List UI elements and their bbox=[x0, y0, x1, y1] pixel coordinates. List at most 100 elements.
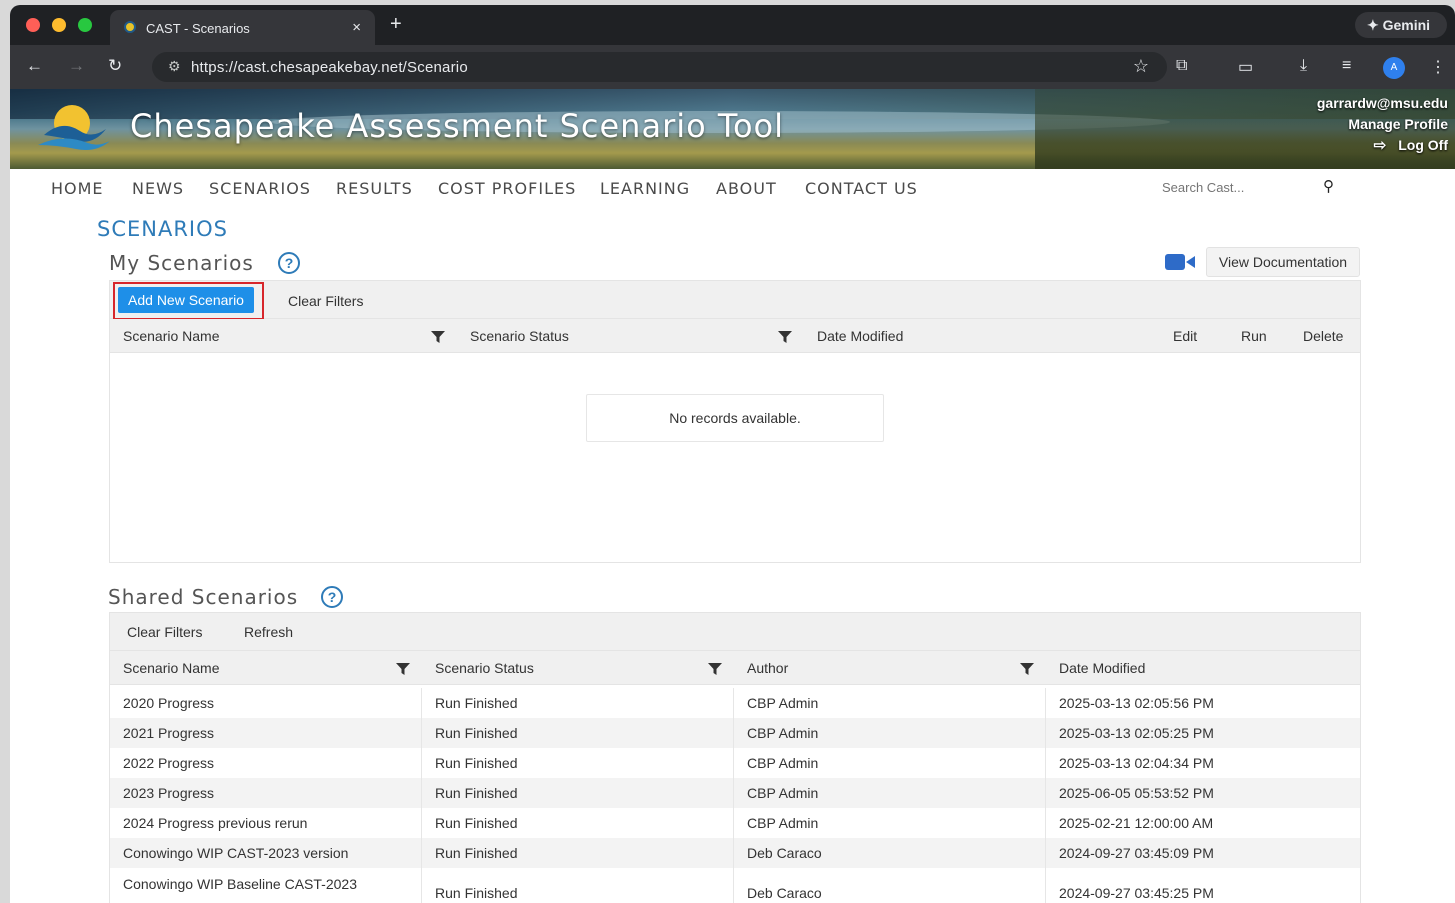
table-row[interactable]: 2020 Progress Run Finished CBP Admin 202… bbox=[110, 688, 1360, 718]
address-bar: ← → ↻ ⚙ https://cast.chesapeakebay.net/S… bbox=[10, 45, 1455, 89]
cast-icon[interactable]: ▭ bbox=[1238, 57, 1253, 77]
minimize-window-button[interactable] bbox=[52, 18, 66, 32]
menu-icon[interactable]: ⋮ bbox=[1430, 57, 1446, 77]
col-scenario-status[interactable]: Scenario Status bbox=[470, 328, 569, 344]
my-scenarios-grid: Add New Scenario Clear Filters Scenario … bbox=[109, 280, 1361, 563]
new-tab-button[interactable]: + bbox=[390, 13, 402, 36]
my-scenarios-help-icon[interactable]: ? bbox=[278, 252, 300, 274]
shared-scenarios-toolbar: Clear Filters Refresh bbox=[110, 613, 1360, 651]
tab-title: CAST - Scenarios bbox=[146, 21, 250, 36]
col-scenario-status[interactable]: Scenario Status bbox=[435, 660, 534, 676]
col-date-modified[interactable]: Date Modified bbox=[817, 328, 903, 344]
table-row[interactable]: 2022 Progress Run Finished CBP Admin 202… bbox=[110, 748, 1360, 778]
filter-icon[interactable] bbox=[708, 662, 722, 676]
nav-cost-profiles[interactable]: COST PROFILES bbox=[438, 179, 576, 198]
col-date-modified[interactable]: Date Modified bbox=[1059, 660, 1145, 676]
col-edit: Edit bbox=[1173, 328, 1198, 344]
cell-date: 2025-03-13 02:05:56 PM bbox=[1059, 695, 1214, 711]
filter-icon[interactable] bbox=[431, 330, 445, 344]
close-window-button[interactable] bbox=[26, 18, 40, 32]
cell-scenario-name: 2022 Progress bbox=[123, 755, 215, 771]
shared-clear-filters-button[interactable]: Clear Filters bbox=[127, 624, 202, 640]
media-icon[interactable]: ≡ bbox=[1342, 57, 1351, 75]
site-banner: Chesapeake Assessment Scenario Tool garr… bbox=[10, 89, 1455, 169]
nav-about[interactable]: ABOUT bbox=[716, 179, 777, 198]
manage-profile-link[interactable]: Manage Profile bbox=[1348, 116, 1448, 132]
site-settings-icon[interactable]: ⚙ bbox=[168, 58, 181, 75]
col-scenario-name[interactable]: Scenario Name bbox=[123, 660, 220, 676]
cast-logo-icon[interactable] bbox=[32, 101, 112, 157]
add-new-scenario-button[interactable]: Add New Scenario bbox=[118, 287, 254, 313]
cell-author: CBP Admin bbox=[747, 815, 819, 831]
my-scenarios-toolbar: Add New Scenario Clear Filters bbox=[110, 281, 1360, 320]
log-off-link[interactable]: ⇨ Log Off bbox=[1374, 136, 1448, 154]
user-email: garrardw@msu.edu bbox=[1316, 95, 1448, 111]
table-row[interactable]: 2021 Progress Run Finished CBP Admin 202… bbox=[110, 718, 1360, 748]
cell-scenario-name: 2020 Progress bbox=[123, 695, 215, 711]
nav-contact-us[interactable]: CONTACT US bbox=[805, 179, 918, 198]
cell-author: CBP Admin bbox=[747, 785, 819, 801]
filter-icon[interactable] bbox=[1020, 662, 1034, 676]
cell-date: 2025-03-13 02:05:25 PM bbox=[1059, 725, 1214, 741]
back-icon[interactable]: ← bbox=[26, 56, 43, 76]
cell-author: CBP Admin bbox=[747, 755, 819, 771]
cell-author: Deb Caraco bbox=[747, 845, 822, 861]
site-search: ⚲ bbox=[1150, 174, 1340, 200]
download-icon[interactable]: ⤓ bbox=[1300, 57, 1307, 75]
search-input[interactable] bbox=[1150, 174, 1310, 200]
refresh-button[interactable]: Refresh bbox=[244, 624, 293, 640]
table-row[interactable]: Conowingo WIP Baseline CAST-2023 Run Fin… bbox=[110, 868, 1360, 903]
video-camera-icon[interactable] bbox=[1165, 253, 1195, 271]
view-documentation-button[interactable]: View Documentation bbox=[1206, 247, 1360, 277]
extensions-icon[interactable]: ⧉ bbox=[1176, 57, 1187, 75]
log-off-label: Log Off bbox=[1398, 137, 1448, 153]
shared-scenarios-help-icon[interactable]: ? bbox=[321, 586, 343, 608]
url-text[interactable]: https://cast.chesapeakebay.net/Scenario bbox=[191, 59, 468, 76]
nav-results[interactable]: RESULTS bbox=[336, 179, 413, 198]
gemini-button[interactable]: ✦ Gemini bbox=[1355, 12, 1447, 38]
table-row[interactable]: 2024 Progress previous rerun Run Finishe… bbox=[110, 808, 1360, 838]
filter-icon[interactable] bbox=[396, 662, 410, 676]
cell-status: Run Finished bbox=[435, 785, 518, 801]
col-scenario-name[interactable]: Scenario Name bbox=[123, 328, 220, 344]
site-title: Chesapeake Assessment Scenario Tool bbox=[130, 107, 785, 145]
col-delete: Delete bbox=[1303, 328, 1344, 344]
tab-close-icon[interactable]: × bbox=[352, 19, 361, 36]
cell-status: Run Finished bbox=[435, 725, 518, 741]
cell-status: Run Finished bbox=[435, 695, 518, 711]
cell-date: 2024-09-27 03:45:09 PM bbox=[1059, 845, 1214, 861]
cell-scenario-name: 2023 Progress bbox=[123, 785, 215, 801]
nav-home[interactable]: HOME bbox=[51, 179, 104, 198]
cell-author: CBP Admin bbox=[747, 725, 819, 741]
browser-tab[interactable]: CAST - Scenarios × bbox=[110, 10, 375, 45]
omnibox[interactable]: ⚙ https://cast.chesapeakebay.net/Scenari… bbox=[152, 52, 1167, 82]
site-nav: HOME NEWS SCENARIOS RESULTS COST PROFILE… bbox=[10, 169, 1455, 209]
my-scenarios-header: Scenario Name Scenario Status Date Modif… bbox=[110, 319, 1360, 353]
clear-filters-button[interactable]: Clear Filters bbox=[288, 293, 363, 309]
shared-scenarios-header: Scenario Name Scenario Status Author Dat… bbox=[110, 651, 1360, 685]
filter-icon[interactable] bbox=[778, 330, 792, 344]
nav-news[interactable]: NEWS bbox=[132, 179, 184, 198]
log-off-icon: ⇨ bbox=[1373, 137, 1387, 154]
nav-scenarios[interactable]: SCENARIOS bbox=[209, 179, 311, 198]
cell-scenario-name: Conowingo WIP CAST-2023 version bbox=[123, 845, 349, 861]
shared-scenarios-title: Shared Scenarios bbox=[108, 585, 299, 609]
no-records-message: No records available. bbox=[586, 394, 884, 442]
search-icon[interactable]: ⚲ bbox=[1323, 177, 1334, 195]
table-row[interactable]: 2023 Progress Run Finished CBP Admin 202… bbox=[110, 778, 1360, 808]
cell-status: Run Finished bbox=[435, 755, 518, 771]
maximize-window-button[interactable] bbox=[78, 18, 92, 32]
my-scenarios-title: My Scenarios bbox=[109, 251, 254, 275]
cell-date: 2025-02-21 12:00:00 AM bbox=[1059, 815, 1214, 831]
col-author[interactable]: Author bbox=[747, 660, 788, 676]
forward-icon[interactable]: → bbox=[68, 56, 85, 76]
cell-author: CBP Admin bbox=[747, 695, 819, 711]
nav-learning[interactable]: LEARNING bbox=[600, 179, 690, 198]
cell-status: Run Finished bbox=[435, 885, 518, 901]
bookmark-star-icon[interactable]: ☆ bbox=[1133, 56, 1149, 77]
shared-scenarios-grid: Clear Filters Refresh Scenario Name Scen… bbox=[109, 612, 1361, 903]
table-row[interactable]: Conowingo WIP CAST-2023 version Run Fini… bbox=[110, 838, 1360, 868]
cell-date: 2024-09-27 03:45:25 PM bbox=[1059, 885, 1214, 901]
profile-avatar[interactable]: A bbox=[1383, 57, 1405, 79]
reload-icon[interactable]: ↻ bbox=[108, 56, 122, 76]
